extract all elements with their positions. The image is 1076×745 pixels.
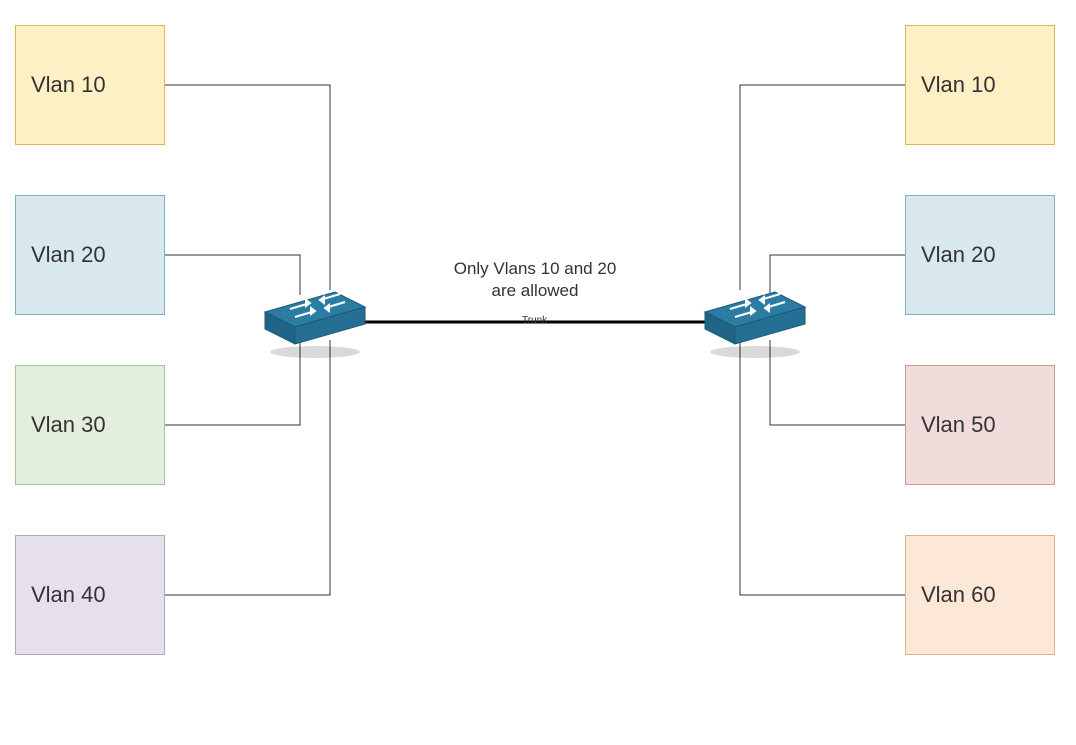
switch-icon: [260, 282, 370, 362]
vlan-box-left-40: Vlan 40: [15, 535, 165, 655]
vlan-label: Vlan 20: [921, 242, 996, 268]
vlan-label: Vlan 60: [921, 582, 996, 608]
vlan-box-right-60: Vlan 60: [905, 535, 1055, 655]
vlan-box-left-30: Vlan 30: [15, 365, 165, 485]
vlan-label: Vlan 30: [31, 412, 106, 438]
vlan-box-right-50: Vlan 50: [905, 365, 1055, 485]
switch-icon: [700, 282, 810, 362]
switch-right: [700, 282, 810, 352]
vlan-label: Vlan 10: [31, 72, 106, 98]
switch-left: [260, 282, 370, 352]
text-line: Only Vlans 10 and 20: [435, 258, 635, 280]
vlan-label: Vlan 50: [921, 412, 996, 438]
vlan-label: Vlan 20: [31, 242, 106, 268]
vlan-box-left-10: Vlan 10: [15, 25, 165, 145]
vlan-box-left-20: Vlan 20: [15, 195, 165, 315]
trunk-restriction-text: Only Vlans 10 and 20 are allowed: [435, 258, 635, 302]
vlan-box-right-20: Vlan 20: [905, 195, 1055, 315]
vlan-label: Vlan 40: [31, 582, 106, 608]
vlan-box-right-10: Vlan 10: [905, 25, 1055, 145]
text-line: are allowed: [435, 280, 635, 302]
trunk-label: Trunk: [522, 315, 547, 326]
vlan-label: Vlan 10: [921, 72, 996, 98]
